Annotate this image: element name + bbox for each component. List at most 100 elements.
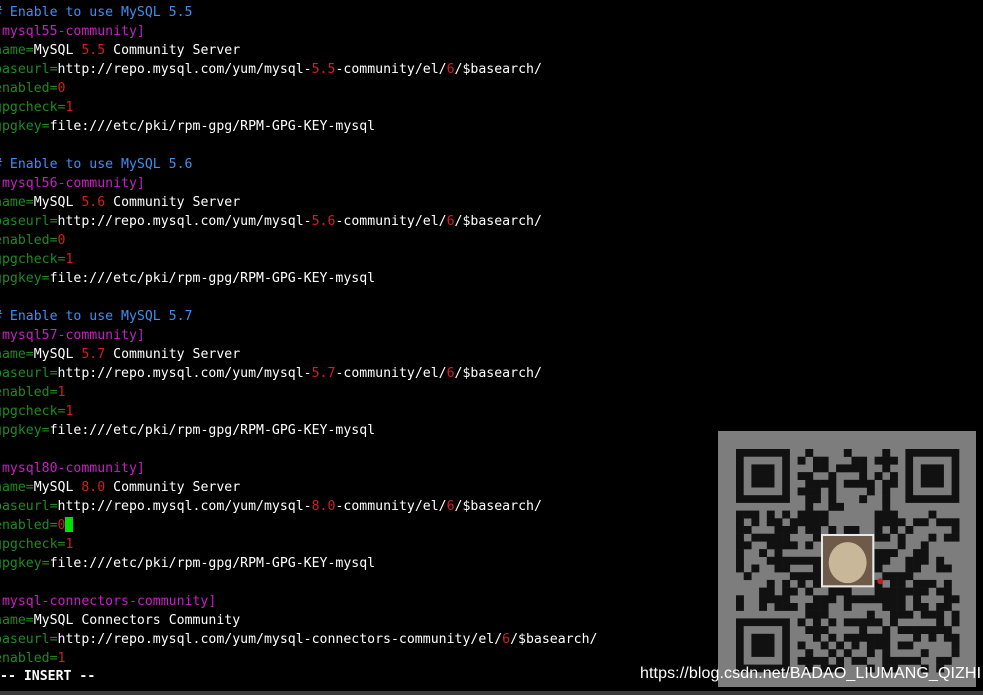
qr-module (766, 518, 775, 527)
qr-module (936, 518, 945, 527)
token-text: MySQL (33, 480, 82, 495)
token-num: 8.0 (81, 480, 106, 495)
token-key: baseurl (0, 62, 50, 77)
qr-module (882, 502, 891, 511)
qr-module (874, 533, 883, 542)
editor-line: baseurl=http://repo.mysql.com/yum/mysql-… (0, 212, 983, 231)
token-num: 5.7 (311, 366, 336, 381)
qr-module (805, 656, 814, 665)
qr-module (882, 572, 891, 581)
qr-module (851, 641, 860, 650)
qr-module (913, 579, 921, 588)
qr-module (920, 610, 929, 619)
qr-module (936, 656, 945, 665)
watermark-url: https://blog.csdn.net/BADAO_LIUMANG_QIZH… (640, 665, 982, 682)
editor-line: enabled=1 (0, 383, 983, 402)
qr-module (882, 595, 891, 604)
editor-line: name=MySQL 5.6 Community Server (0, 193, 983, 212)
qr-module (890, 603, 898, 611)
qr-module (928, 533, 937, 542)
qr-module (851, 633, 860, 642)
editor-line: baseurl=http://repo.mysql.com/yum/mysql-… (0, 60, 983, 79)
qr-module (782, 510, 791, 519)
qr-module (828, 633, 837, 642)
token-text: Community Server (105, 43, 241, 58)
qr-module (736, 603, 744, 611)
qr-module (736, 526, 744, 534)
qr-module (913, 626, 921, 634)
qr-module (813, 487, 821, 496)
qr-module (866, 641, 875, 650)
qr-module (905, 610, 914, 619)
qr-module (897, 533, 906, 542)
qr-finder-inner (751, 633, 775, 657)
qr-module (813, 533, 821, 542)
qr-module (951, 641, 960, 650)
token-text: http://repo.mysql.com/yum/mysql- (57, 366, 312, 381)
token-key: enabled (0, 233, 50, 248)
token-text: MySQL (33, 195, 82, 210)
qr-module (743, 541, 752, 550)
token-text: /$basearch/ (454, 62, 542, 77)
qr-module (859, 472, 868, 480)
qr-module (905, 564, 914, 573)
qr-module (897, 610, 906, 619)
qr-module (874, 564, 883, 573)
qr-module (859, 456, 868, 465)
token-key: baseurl (0, 366, 50, 381)
qr-module (836, 464, 844, 473)
qr-module (766, 533, 775, 542)
token-key: gpgcheck (0, 537, 58, 552)
token-text: file:///etc/pki/rpm-gpg/RPM-GPG-KEY-mysq… (49, 119, 376, 134)
qr-module (805, 449, 814, 457)
qr-code-icon (718, 431, 976, 687)
qr-module (874, 549, 883, 557)
qr-module (774, 549, 783, 557)
token-key: = (41, 119, 50, 134)
qr-module (882, 449, 891, 457)
qr-module (882, 603, 891, 611)
qr-module (813, 633, 821, 642)
qr-module (813, 626, 821, 634)
qr-module (782, 533, 791, 542)
qr-module (813, 518, 821, 527)
qr-module (897, 603, 906, 611)
token-key: = (49, 632, 58, 647)
qr-module (805, 502, 814, 511)
qr-module (928, 610, 937, 619)
qr-module (897, 579, 906, 588)
token-key: enabled (0, 651, 50, 666)
qr-module (843, 526, 852, 534)
token-key: baseurl (0, 499, 50, 514)
qr-module (920, 518, 929, 527)
qr-module (828, 526, 837, 534)
qr-module (820, 464, 829, 473)
editor-line: # Enable to use MySQL 5.7 (0, 307, 983, 326)
qr-module (890, 572, 898, 581)
qr-module (866, 595, 875, 604)
token-text: MySQL (33, 43, 82, 58)
qr-module (874, 456, 883, 465)
qr-module (951, 618, 960, 627)
qr-module (797, 487, 806, 496)
qr-module (805, 541, 814, 550)
qr-module (774, 595, 783, 604)
editor-blank-line (0, 288, 983, 307)
qr-module (936, 626, 945, 634)
qr-module (913, 587, 921, 596)
qr-module (736, 510, 744, 519)
qr-module (828, 587, 837, 596)
qr-module (797, 556, 806, 565)
qr-module (813, 510, 821, 519)
qr-module (913, 518, 921, 527)
qr-module (782, 579, 791, 588)
token-key: = (49, 499, 58, 514)
qr-module (789, 603, 798, 611)
qr-module (813, 495, 821, 504)
qr-module (866, 487, 875, 496)
qr-module (920, 549, 929, 557)
token-num: 1 (57, 651, 66, 666)
editor-line: enabled=0 (0, 231, 983, 250)
qr-module (828, 479, 837, 488)
token-text: /$basearch/ (510, 632, 598, 647)
